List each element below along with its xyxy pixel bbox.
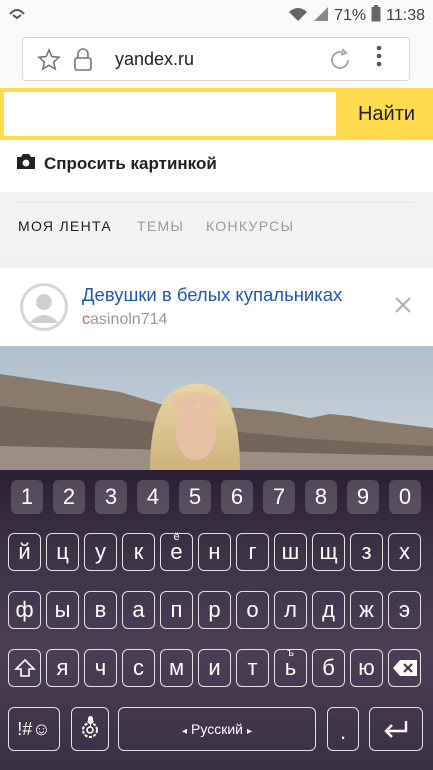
- key-о[interactable]: о: [236, 591, 269, 629]
- key-6[interactable]: 6: [221, 480, 253, 514]
- more-vert-icon[interactable]: [375, 44, 383, 73]
- period-key[interactable]: .: [327, 707, 359, 751]
- key-з[interactable]: з: [350, 533, 383, 571]
- post-author[interactable]: casinoln714: [82, 311, 167, 329]
- image-search-link[interactable]: Спросить картинкой: [16, 152, 217, 175]
- key-а[interactable]: а: [122, 591, 155, 629]
- key-х[interactable]: х: [388, 533, 421, 571]
- key-9[interactable]: 9: [347, 480, 379, 514]
- post-image[interactable]: [0, 346, 433, 470]
- enter-key[interactable]: [369, 707, 423, 751]
- camera-icon: [16, 152, 36, 175]
- feed-tabs: МОЯ ЛЕНТА ТЕМЫ КОНКУРСЫ: [0, 192, 433, 258]
- address-bar[interactable]: yandex.ru: [22, 37, 410, 81]
- key-т[interactable]: т: [236, 649, 269, 687]
- search-button[interactable]: Найти: [340, 92, 433, 136]
- post-author-rest: asinoln714: [90, 311, 168, 328]
- close-icon[interactable]: [394, 296, 412, 319]
- key-е[interactable]: ё е: [160, 531, 193, 571]
- backspace-icon: [392, 657, 418, 682]
- image-search-label: Спросить картинкой: [44, 153, 217, 173]
- enter-icon: [382, 719, 410, 744]
- keyboard: 1 2 3 4 5 6 7 8 9 0 й ц у к ё е н г ш щ …: [0, 470, 433, 770]
- settings-key[interactable]: [71, 707, 109, 751]
- key-ы[interactable]: ы: [46, 591, 79, 629]
- battery-icon: [371, 5, 381, 27]
- status-bar: 71% 11:38: [0, 0, 433, 30]
- key-5[interactable]: 5: [179, 480, 211, 514]
- lock-icon: [73, 48, 93, 77]
- key-hint-ё: ё: [173, 531, 180, 543]
- tab-topics[interactable]: ТЕМЫ: [137, 218, 184, 234]
- key-щ[interactable]: щ: [312, 533, 345, 571]
- signal-icon: [313, 6, 329, 27]
- post-author-first: c: [82, 311, 90, 328]
- tab-my-feed[interactable]: МОЯ ЛЕНТА: [18, 218, 112, 234]
- wifi-icon: [288, 6, 308, 27]
- key-с[interactable]: с: [122, 649, 155, 687]
- key-1[interactable]: 1: [11, 480, 43, 514]
- status-right: 71% 11:38: [288, 5, 425, 27]
- search-area: Найти Спросить картинкой: [0, 88, 433, 192]
- search-input[interactable]: [4, 92, 336, 136]
- key-б[interactable]: б: [312, 649, 345, 687]
- battery-percent: 71%: [334, 7, 367, 24]
- key-р[interactable]: р: [198, 591, 231, 629]
- key-в[interactable]: в: [84, 591, 117, 629]
- shift-key[interactable]: [8, 649, 41, 687]
- key-п[interactable]: п: [160, 591, 193, 629]
- cloud-sync-icon: [8, 6, 26, 25]
- language-prev-icon: ◂: [181, 726, 188, 737]
- key-ю[interactable]: ю: [350, 649, 383, 687]
- key-3[interactable]: 3: [95, 480, 127, 514]
- key-й[interactable]: й: [8, 533, 41, 571]
- key-л[interactable]: л: [274, 591, 307, 629]
- microphone-icon: [87, 707, 94, 733]
- key-hint-ъ: ъ: [287, 647, 294, 659]
- space-label: Русский: [191, 721, 243, 737]
- key-ф[interactable]: ф: [8, 591, 41, 629]
- key-7[interactable]: 7: [263, 480, 295, 514]
- search-box: Найти: [0, 88, 433, 140]
- key-ч[interactable]: ч: [84, 649, 117, 687]
- key-и[interactable]: и: [198, 649, 231, 687]
- symbols-key[interactable]: !#☺: [8, 707, 60, 751]
- post-card[interactable]: Девушки в белых купальниках casinoln714: [0, 268, 433, 346]
- key-ц[interactable]: ц: [46, 533, 79, 571]
- browser-toolbar: yandex.ru: [0, 30, 433, 88]
- key-4[interactable]: 4: [137, 480, 169, 514]
- key-ь[interactable]: ъ ь: [274, 647, 307, 687]
- key-г[interactable]: г: [236, 533, 269, 571]
- screen: 71% 11:38 yandex.ru Найти Спросить карти…: [0, 0, 433, 770]
- key-д[interactable]: д: [312, 591, 345, 629]
- key-0[interactable]: 0: [389, 480, 421, 514]
- star-icon[interactable]: [37, 48, 61, 77]
- key-ш[interactable]: ш: [274, 533, 307, 571]
- key-м[interactable]: м: [160, 649, 193, 687]
- key-2[interactable]: 2: [53, 480, 85, 514]
- clock: 11:38: [386, 7, 425, 24]
- shift-icon: [13, 658, 36, 684]
- post-title[interactable]: Девушки в белых купальниках: [82, 284, 342, 306]
- key-ж[interactable]: ж: [350, 591, 383, 629]
- tab-contests[interactable]: КОНКУРСЫ: [206, 218, 294, 234]
- space-key[interactable]: ◂ Русский ▸: [118, 707, 316, 751]
- key-н[interactable]: н: [198, 533, 231, 571]
- key-у[interactable]: у: [84, 533, 117, 571]
- key-8[interactable]: 8: [305, 480, 337, 514]
- reload-icon[interactable]: [327, 47, 353, 78]
- key-я[interactable]: я: [46, 649, 79, 687]
- divider: [14, 202, 414, 203]
- key-э[interactable]: э: [388, 591, 421, 629]
- avatar[interactable]: [20, 283, 68, 331]
- language-next-icon: ▸: [246, 726, 252, 737]
- key-к[interactable]: к: [122, 533, 155, 571]
- url-text[interactable]: yandex.ru: [115, 49, 194, 70]
- backspace-key[interactable]: [388, 649, 421, 687]
